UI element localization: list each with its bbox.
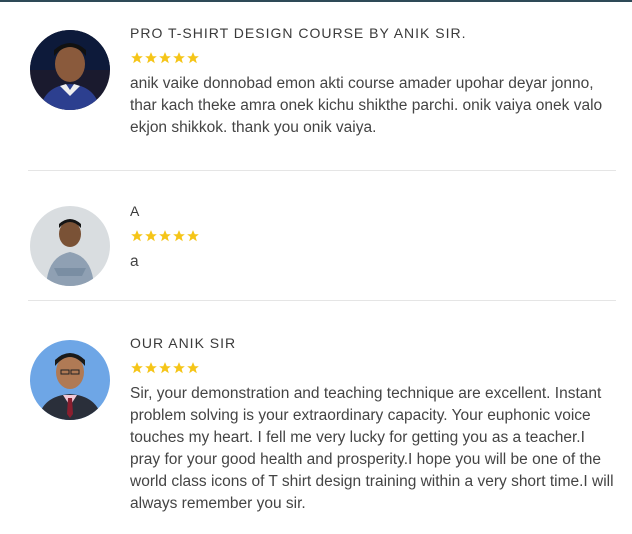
- review-content: PRO T-SHIRT DESIGN COURSE BY ANIK SIR. a…: [130, 24, 618, 139]
- review-item: OUR ANIK SIR Sir, your demonstration and…: [28, 334, 618, 530]
- star-icon: [145, 52, 157, 64]
- star-icon: [187, 52, 199, 64]
- star-icon: [131, 52, 143, 64]
- star-icon: [131, 362, 143, 374]
- star-icon: [145, 362, 157, 374]
- star-icon: [131, 230, 143, 242]
- review-divider: [28, 300, 616, 301]
- reviewer-avatar: [30, 206, 110, 286]
- star-icon: [187, 362, 199, 374]
- star-icon: [187, 230, 199, 242]
- review-item: PRO T-SHIRT DESIGN COURSE BY ANIK SIR. a…: [28, 24, 618, 154]
- star-icon: [159, 52, 171, 64]
- review-title: A: [130, 203, 141, 219]
- review-content: A a: [130, 202, 618, 273]
- reviewer-avatar: [30, 30, 110, 110]
- star-rating: [130, 361, 618, 377]
- reviewer-avatar: [30, 340, 110, 420]
- review-content: OUR ANIK SIR Sir, your demonstration and…: [130, 334, 618, 515]
- review-text: a: [130, 253, 139, 270]
- review-divider: [28, 170, 616, 171]
- review-item: A a: [28, 202, 618, 292]
- star-icon: [145, 230, 157, 242]
- review-title: PRO T-SHIRT DESIGN COURSE BY ANIK SIR.: [130, 25, 467, 41]
- star-icon: [159, 362, 171, 374]
- reviews-list: PRO T-SHIRT DESIGN COURSE BY ANIK SIR. a…: [0, 0, 632, 534]
- star-icon: [159, 230, 171, 242]
- review-title: OUR ANIK SIR: [130, 335, 237, 351]
- review-text: anik vaike donnobad emon akti course ama…: [130, 75, 603, 136]
- star-icon: [173, 52, 185, 64]
- star-rating: [130, 229, 618, 245]
- star-icon: [173, 362, 185, 374]
- star-rating: [130, 51, 618, 67]
- review-text: Sir, your demonstration and teaching tec…: [130, 385, 614, 512]
- star-icon: [173, 230, 185, 242]
